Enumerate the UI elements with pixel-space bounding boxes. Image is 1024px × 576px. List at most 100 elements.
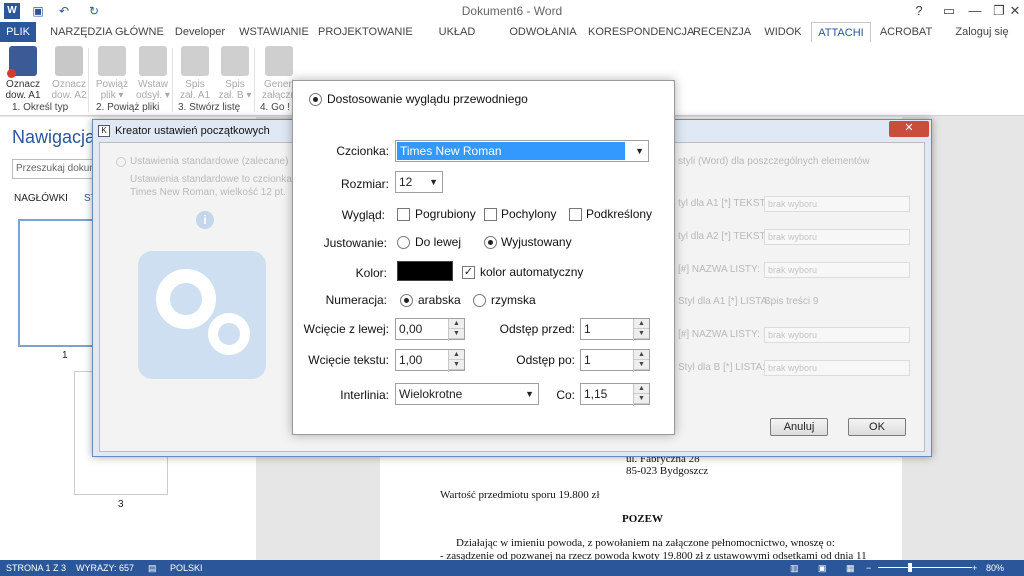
tab-home[interactable]: NARZĘDZIA GŁÓWNE bbox=[48, 22, 166, 42]
spinner[interactable]: ▲ ▼ bbox=[448, 350, 464, 372]
cancel-button[interactable]: Anuluj bbox=[770, 418, 828, 436]
font-select[interactable]: Times New Roman ▼ bbox=[395, 140, 649, 162]
group-label: 2. Powiąż pliki bbox=[96, 102, 160, 113]
close-button[interactable]: ✕ bbox=[1006, 0, 1024, 22]
list-a1-button[interactable]: Spis zał. A1 bbox=[174, 46, 216, 101]
tab-references[interactable]: ODWOŁANIA bbox=[506, 22, 580, 42]
button-label: Oznacz bbox=[52, 79, 86, 90]
help-icon[interactable]: ? bbox=[904, 0, 934, 22]
nav-title: Nawigacja bbox=[12, 127, 96, 147]
indent-text-input[interactable]: 1,00 ▲ ▼ bbox=[395, 349, 465, 372]
mark-a2-button[interactable]: Oznacz dow. A2 bbox=[48, 46, 90, 101]
italic-checkbox[interactable] bbox=[484, 208, 497, 221]
web-layout-icon[interactable]: ▦ bbox=[846, 563, 855, 574]
spinner[interactable]: ▲ ▼ bbox=[633, 319, 649, 341]
page-count[interactable]: STRONA 1 Z 3 bbox=[6, 563, 66, 573]
align-left-radio[interactable] bbox=[397, 236, 410, 249]
arabic-radio[interactable] bbox=[400, 294, 413, 307]
button-label: Spis bbox=[185, 79, 205, 90]
style-select[interactable]: brak wyboru bbox=[764, 360, 910, 376]
button-label: zał. B ▾ bbox=[218, 90, 252, 101]
auto-color-checkbox[interactable]: ✓ bbox=[462, 266, 475, 279]
language[interactable]: POLSKI bbox=[170, 563, 203, 573]
list-icon bbox=[181, 46, 209, 76]
wizard-close-button[interactable]: ✕ bbox=[889, 121, 929, 137]
standard-radio[interactable] bbox=[116, 157, 126, 167]
tab-acrobat[interactable]: ACROBAT bbox=[878, 22, 934, 42]
mark-a1-button[interactable]: Oznacz dow. A1 bbox=[2, 46, 44, 101]
space-after-input[interactable]: 1 ▲ ▼ bbox=[580, 349, 650, 372]
size-select[interactable]: 12 ▼ bbox=[395, 171, 443, 193]
zoom-out-icon[interactable]: − bbox=[866, 563, 871, 573]
tab-review[interactable]: RECENZJA bbox=[692, 22, 752, 42]
tab-layout[interactable]: UKŁAD STRONY bbox=[418, 22, 496, 58]
login-link[interactable]: Zaloguj się bbox=[944, 22, 1020, 42]
spinner[interactable]: ▲ ▼ bbox=[448, 319, 464, 341]
title-bar: W ▣ ↶ ↻ Dokument6 - Word ? ▭ — ❐ ✕ bbox=[0, 0, 1024, 22]
row-label: tyl dla A1 [*] TEKST: bbox=[678, 198, 768, 209]
indent-left-label: Wcięcie z lewej: bbox=[303, 322, 389, 336]
row-label: tyl dla A2 [*] TEKST: bbox=[678, 231, 768, 242]
indent-left-input[interactable]: 0,00 ▲ ▼ bbox=[395, 318, 465, 341]
at-input[interactable]: 1,15 ▲ ▼ bbox=[580, 383, 650, 406]
underline-checkbox[interactable] bbox=[569, 208, 582, 221]
chevron-down-icon: ▼ bbox=[429, 177, 438, 187]
zoom-level[interactable]: 80% bbox=[986, 563, 1004, 573]
format-dialog: Dostosowanie wyglądu przewodniego Czcion… bbox=[292, 80, 675, 435]
style-select[interactable]: brak wyboru bbox=[764, 196, 910, 212]
zoom-handle[interactable] bbox=[908, 563, 912, 572]
line-spacing-select[interactable]: Wielokrotne ▼ bbox=[395, 383, 539, 405]
align-justify-radio[interactable] bbox=[484, 236, 497, 249]
proofing-icon[interactable]: ▤ bbox=[148, 563, 157, 574]
doc-text: 85-023 Bydgoszcz bbox=[626, 465, 709, 477]
ok-button[interactable]: OK bbox=[848, 418, 906, 436]
list-b-button[interactable]: Spis zał. B ▾ bbox=[214, 46, 256, 101]
window-title: Dokument6 - Word bbox=[461, 4, 563, 18]
italic-label: Pochylony bbox=[501, 207, 557, 221]
arabic-label: arabska bbox=[418, 293, 461, 307]
doc-heading: POZEW bbox=[622, 513, 663, 525]
minimize-button[interactable]: — bbox=[960, 0, 990, 22]
zoom-slider[interactable] bbox=[878, 567, 972, 568]
zoom-in-icon[interactable]: + bbox=[972, 563, 977, 573]
tab-view[interactable]: WIDOK bbox=[760, 22, 806, 42]
numbering-label: Numeracja: bbox=[325, 293, 387, 307]
mark-doc-icon bbox=[55, 46, 83, 76]
style-select[interactable]: brak wyboru bbox=[764, 229, 910, 245]
align-left-label: Do lewej bbox=[415, 235, 462, 249]
tab-attachi[interactable]: ATTACHI bbox=[811, 22, 871, 42]
link-file-button[interactable]: Powiąż plik ▾ bbox=[91, 46, 133, 101]
page-number: 1 bbox=[62, 350, 68, 361]
standard-desc: Times New Roman, wielkość 12 pt. bbox=[130, 187, 286, 198]
style-select[interactable]: brak wyboru bbox=[764, 327, 910, 343]
tab-design[interactable]: PROJEKTOWANIE bbox=[318, 22, 413, 42]
spinner[interactable]: ▲ ▼ bbox=[633, 384, 649, 406]
row-label: Styl dla A1 [*] LISTA: bbox=[678, 296, 771, 307]
custom-appearance-radio[interactable] bbox=[309, 93, 322, 106]
tab-mailings[interactable]: KORESPONDENCJA bbox=[588, 22, 694, 42]
space-before-label: Odstęp przed: bbox=[499, 322, 575, 336]
spinner[interactable]: ▲ ▼ bbox=[633, 350, 649, 372]
read-mode-icon[interactable]: ▥ bbox=[790, 563, 799, 574]
tab-insert[interactable]: WSTAWIANIE bbox=[238, 22, 310, 42]
at-value: 1,15 bbox=[584, 387, 608, 401]
doc-text: Wartość przedmiotu sporu 19.800 zł bbox=[440, 489, 600, 501]
tab-developer[interactable]: Developer bbox=[170, 22, 230, 42]
style-select[interactable]: brak wyboru bbox=[764, 262, 910, 278]
nav-search-input[interactable]: Przeszukaj dokument bbox=[12, 159, 102, 179]
size-value: 12 bbox=[399, 175, 413, 189]
button-label: Oznacz bbox=[6, 79, 40, 90]
info-icon: i bbox=[196, 211, 214, 229]
color-label: Kolor: bbox=[355, 266, 387, 280]
roman-radio[interactable] bbox=[473, 294, 486, 307]
print-layout-icon[interactable]: ▣ bbox=[818, 563, 827, 574]
row-label: Styl dla B [*] LISTA: bbox=[678, 362, 766, 373]
word-count[interactable]: WYRAZY: 657 bbox=[76, 563, 134, 573]
tab-plik[interactable]: PLIK bbox=[0, 22, 36, 42]
bold-checkbox[interactable] bbox=[397, 208, 410, 221]
color-swatch[interactable] bbox=[397, 261, 453, 281]
tab-headings[interactable]: NAGŁÓWKI bbox=[14, 193, 68, 204]
button-label: odsył. ▾ bbox=[136, 90, 170, 101]
space-before-input[interactable]: 1 ▲ ▼ bbox=[580, 318, 650, 341]
insert-ref-button[interactable]: Wstaw odsył. ▾ bbox=[132, 46, 174, 101]
